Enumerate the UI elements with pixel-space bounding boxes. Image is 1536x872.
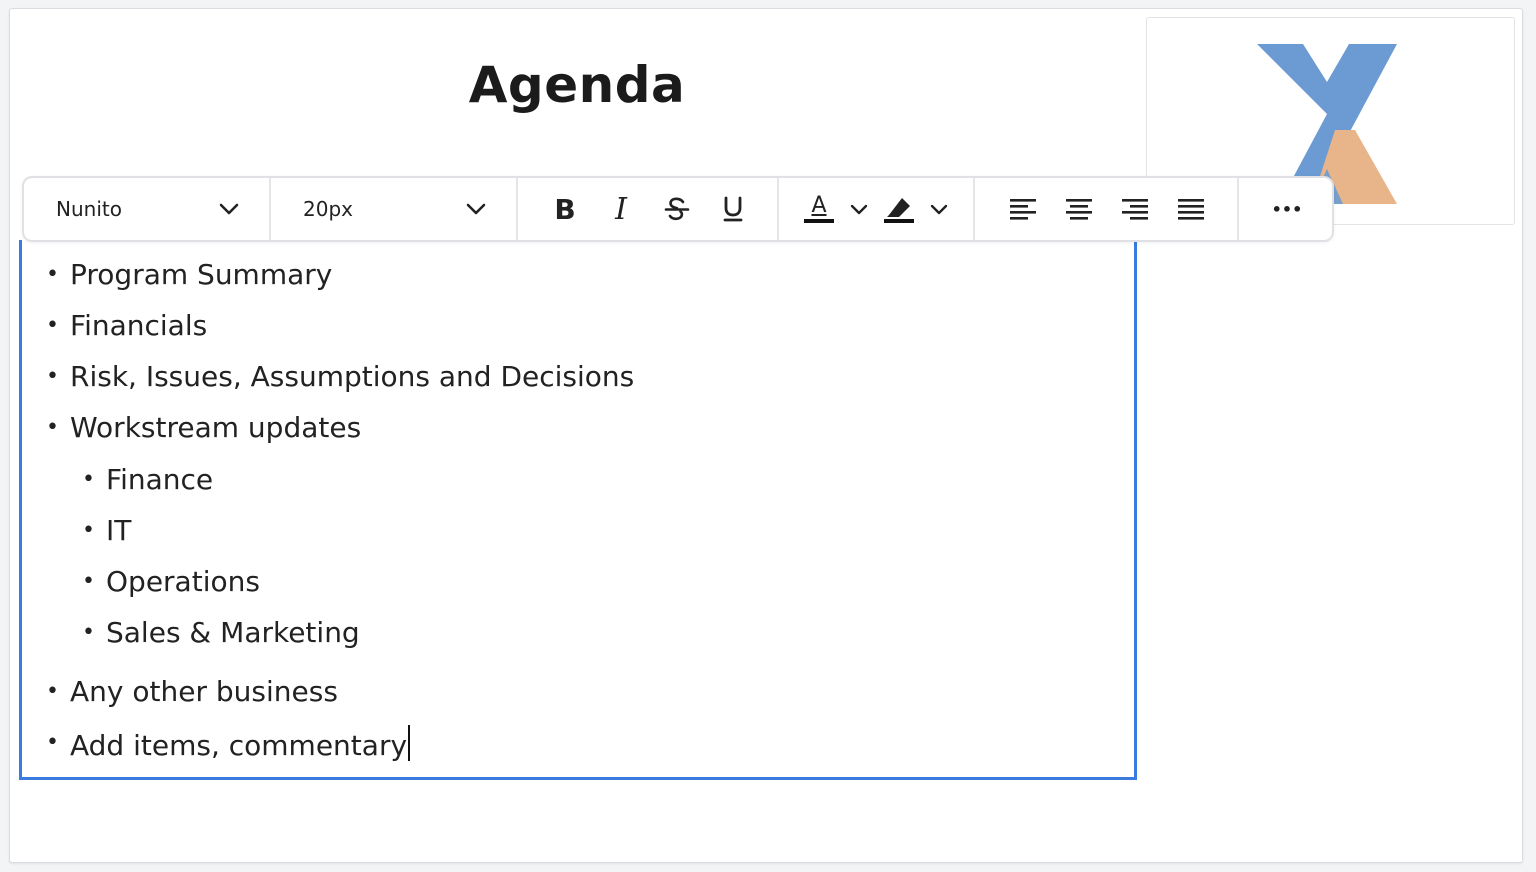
list-item[interactable]: • Program Summary: [46, 257, 332, 293]
ellipsis-icon: •••: [1271, 199, 1303, 219]
text-editor-box[interactable]: • Program Summary • Financials • Risk, Issu…: [19, 240, 1137, 780]
chevron-down-icon: [466, 203, 486, 215]
align-right-icon: [1122, 199, 1148, 220]
font-family-select[interactable]: Nunito: [24, 178, 271, 240]
underline-button[interactable]: [705, 187, 761, 231]
text-color-icon: A: [811, 193, 827, 218]
formatting-toolbar: Nunito 20px B I A •••: [22, 176, 1334, 242]
italic-icon: I: [615, 191, 627, 227]
sub-list-item[interactable]: • Sales & Marketing: [82, 615, 360, 651]
bullet-icon: •: [46, 313, 59, 338]
list-item[interactable]: • Workstream updates: [46, 410, 361, 446]
text-format-group: B I: [518, 178, 779, 240]
list-item[interactable]: • Financials: [46, 308, 207, 344]
bullet-icon: •: [82, 518, 95, 543]
highlight-color-dropdown[interactable]: [919, 187, 959, 231]
color-group: A: [779, 178, 975, 240]
alignment-group: [975, 178, 1239, 240]
list-item[interactable]: • Add items, commentary: [46, 725, 411, 764]
bullet-icon: •: [82, 467, 95, 492]
strikethrough-button[interactable]: [649, 187, 705, 231]
more-group: •••: [1239, 178, 1315, 240]
chevron-down-icon: [850, 204, 868, 214]
bullet-icon: •: [46, 730, 59, 755]
font-size-select[interactable]: 20px: [271, 178, 518, 240]
align-left-button[interactable]: [995, 187, 1051, 231]
align-center-button[interactable]: [1051, 187, 1107, 231]
bullet-icon: •: [46, 364, 59, 389]
align-center-icon: [1066, 199, 1092, 220]
text-color-button[interactable]: A: [799, 187, 839, 231]
font-family-value: Nunito: [56, 197, 122, 221]
slide-title[interactable]: Agenda: [290, 56, 864, 114]
highlight-color-swatch: [884, 218, 914, 223]
highlight-color-button[interactable]: [879, 187, 919, 231]
chevron-down-icon: [219, 203, 239, 215]
bold-icon: B: [554, 192, 576, 226]
highlighter-icon: [887, 197, 910, 217]
font-size-value: 20px: [303, 197, 353, 221]
more-options-button[interactable]: •••: [1259, 187, 1315, 231]
chevron-down-icon: [930, 204, 948, 214]
sub-list-item[interactable]: • Finance: [82, 462, 213, 498]
list-item[interactable]: • Any other business: [46, 674, 338, 710]
bullet-icon: •: [82, 569, 95, 594]
bullet-icon: •: [46, 262, 59, 287]
align-left-icon: [1010, 199, 1036, 220]
bold-button[interactable]: B: [537, 187, 593, 231]
align-justify-icon: [1178, 199, 1204, 220]
strikethrough-icon: [664, 197, 690, 221]
align-right-button[interactable]: [1107, 187, 1163, 231]
text-cursor: [408, 725, 411, 761]
text-color-dropdown[interactable]: [839, 187, 879, 231]
bullet-icon: •: [46, 415, 59, 440]
bullet-icon: •: [46, 679, 59, 704]
align-justify-button[interactable]: [1163, 187, 1219, 231]
sub-list-item[interactable]: • IT: [82, 513, 131, 549]
list-item[interactable]: • Risk, Issues, Assumptions and Decisions: [46, 359, 634, 395]
text-color-swatch: [804, 219, 834, 223]
sub-list-item[interactable]: • Operations: [82, 564, 260, 600]
italic-button[interactable]: I: [593, 187, 649, 231]
bullet-icon: •: [82, 620, 95, 645]
underline-icon: [723, 196, 743, 222]
